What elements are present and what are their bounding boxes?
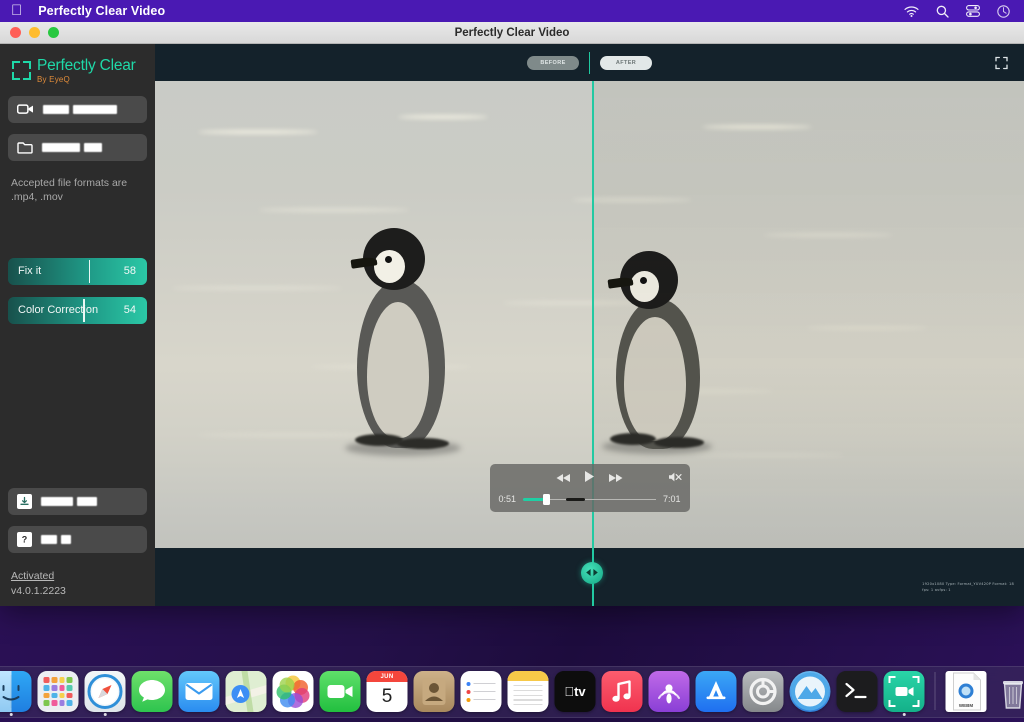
before-after-split-handle[interactable] [581, 562, 604, 584]
apple-logo-icon[interactable]:  [11, 3, 22, 18]
sidebar-footer: ? Activated v4.0.1.2223 [8, 488, 147, 606]
fix-it-slider[interactable]: Fix it 58 [8, 257, 147, 285]
dock-launchpad[interactable] [37, 671, 79, 712]
preview-toolbar: BEFORE AFTER [155, 44, 1024, 81]
download-icon [17, 494, 32, 509]
app-version: v4.0.1.2223 [11, 585, 66, 597]
folder-icon [17, 141, 33, 154]
calendar-day: 5 [381, 686, 393, 707]
seek-marker [565, 498, 585, 501]
svg-text:?: ? [22, 535, 28, 545]
color-correction-label: Color Correction [18, 304, 99, 317]
dock-terminal[interactable] [836, 671, 878, 712]
fix-it-slider-knob[interactable] [88, 259, 91, 283]
metadata-line-2: fps: 1 avfps: 1 [922, 587, 951, 592]
color-correction-value: 54 [123, 304, 136, 317]
app-logo: Perfectly Clear By EyeQ [8, 44, 147, 96]
dock-webm-file[interactable]: WEBM [945, 671, 987, 712]
metadata-line-1: 1920x1080 Type: Format_YUV420P Format: 1… [922, 581, 1014, 586]
play-icon[interactable] [584, 470, 595, 488]
expand-fullscreen-icon[interactable] [995, 56, 1008, 69]
question-mark-icon: ? [17, 532, 32, 547]
fast-forward-icon[interactable] [608, 470, 623, 488]
dock-contacts[interactable] [413, 671, 455, 712]
left-right-arrows-icon [585, 564, 599, 582]
color-correction-slider[interactable]: Color Correction 54 [8, 296, 147, 324]
dock-facetime[interactable] [319, 671, 361, 712]
app-window: Perfectly Clear Video Perfectly Clear By… [0, 22, 1024, 606]
save-label-redacted [41, 497, 97, 506]
open-video-button[interactable] [8, 95, 147, 123]
siri-icon[interactable] [997, 4, 1010, 18]
dock-system-settings[interactable] [742, 671, 784, 712]
file-type-label: WEBM [958, 703, 974, 708]
video-player-controls: 0:51 7:01 [489, 464, 690, 512]
wifi-icon[interactable] [904, 5, 919, 17]
toolbar-divider [589, 51, 590, 74]
dock-messages[interactable] [131, 671, 173, 712]
fix-it-value: 58 [123, 265, 136, 278]
save-button[interactable] [8, 488, 147, 515]
help-button[interactable]: ? [8, 526, 147, 553]
logo-name: Perfectly Clear [37, 57, 136, 74]
window-title: Perfectly Clear Video [454, 26, 570, 39]
duration-time: 7:01 [662, 494, 681, 504]
macos-menu-bar:  Perfectly Clear Video [0, 0, 1024, 22]
dock-appletv[interactable]: tv [554, 671, 596, 712]
brackets-logo-icon [12, 61, 31, 80]
adjustment-sliders: Fix it 58 Color Correction 54 [8, 257, 147, 336]
help-label-redacted [41, 535, 71, 544]
license-status-link[interactable]: Activated [8, 564, 147, 582]
rewind-icon[interactable] [556, 470, 571, 488]
dock-appstore[interactable] [695, 671, 737, 712]
video-metadata: 1920x1080 Type: Format_YUV420P Format: 1… [922, 581, 1014, 593]
dock-safari[interactable] [84, 671, 126, 716]
calendar-month: JUN [366, 671, 408, 682]
dock-trash[interactable] [993, 671, 1024, 712]
menubar-app-name[interactable]: Perfectly Clear Video [38, 4, 165, 18]
after-toggle-button[interactable]: AFTER [600, 55, 652, 70]
dock-separator [934, 672, 936, 710]
seek-progress [523, 498, 545, 501]
dock-music[interactable] [601, 671, 643, 712]
mute-icon[interactable] [668, 470, 682, 488]
control-center-icon[interactable] [966, 5, 980, 17]
main-preview-area: BEFORE AFTER 0:51 7:01 1920x1080 Type: F… [155, 44, 1024, 606]
dock-mail[interactable] [178, 671, 220, 712]
dock-photos[interactable] [272, 671, 314, 712]
dock-maps[interactable] [225, 671, 267, 712]
macos-dock: JUN 5 tv [0, 666, 1024, 718]
logo-byline: By EyeQ [37, 74, 70, 84]
penguin-left [337, 228, 467, 458]
preview-footer: 1920x1080 Type: Format_YUV420P Format: 1… [155, 548, 1024, 606]
before-toggle-button[interactable]: BEFORE [527, 55, 579, 70]
accepted-formats-note: Accepted file formats are .mp4, .mov [8, 172, 147, 204]
video-camera-icon [17, 103, 34, 115]
video-preview-canvas[interactable]: 0:51 7:01 [155, 81, 1024, 570]
dock-finder[interactable] [0, 671, 32, 716]
sidebar: Perfectly Clear By EyeQ Accepted file fo… [0, 44, 155, 606]
window-title-bar: Perfectly Clear Video [0, 22, 1024, 44]
choose-folder-button[interactable] [8, 133, 147, 161]
search-icon[interactable] [936, 5, 949, 18]
accepted-formats-line2: .mp4, .mov [11, 190, 63, 203]
fix-it-label: Fix it [18, 265, 42, 278]
dock-reminders[interactable] [460, 671, 502, 712]
dock-notes[interactable] [507, 671, 549, 712]
dock-calendar[interactable]: JUN 5 [366, 671, 408, 712]
svg-text:tv: tv [564, 684, 586, 699]
dock-perfectly-clear-video[interactable] [883, 671, 925, 716]
accepted-formats-line1: Accepted file formats are [11, 176, 128, 189]
seek-handle[interactable] [542, 494, 550, 505]
open-video-label-redacted [43, 104, 117, 114]
seek-bar[interactable] [523, 493, 656, 505]
choose-folder-label-redacted [42, 142, 102, 152]
dock-podcasts[interactable] [648, 671, 690, 712]
current-time: 0:51 [498, 494, 517, 504]
dock-app-cleaner[interactable] [789, 671, 831, 712]
